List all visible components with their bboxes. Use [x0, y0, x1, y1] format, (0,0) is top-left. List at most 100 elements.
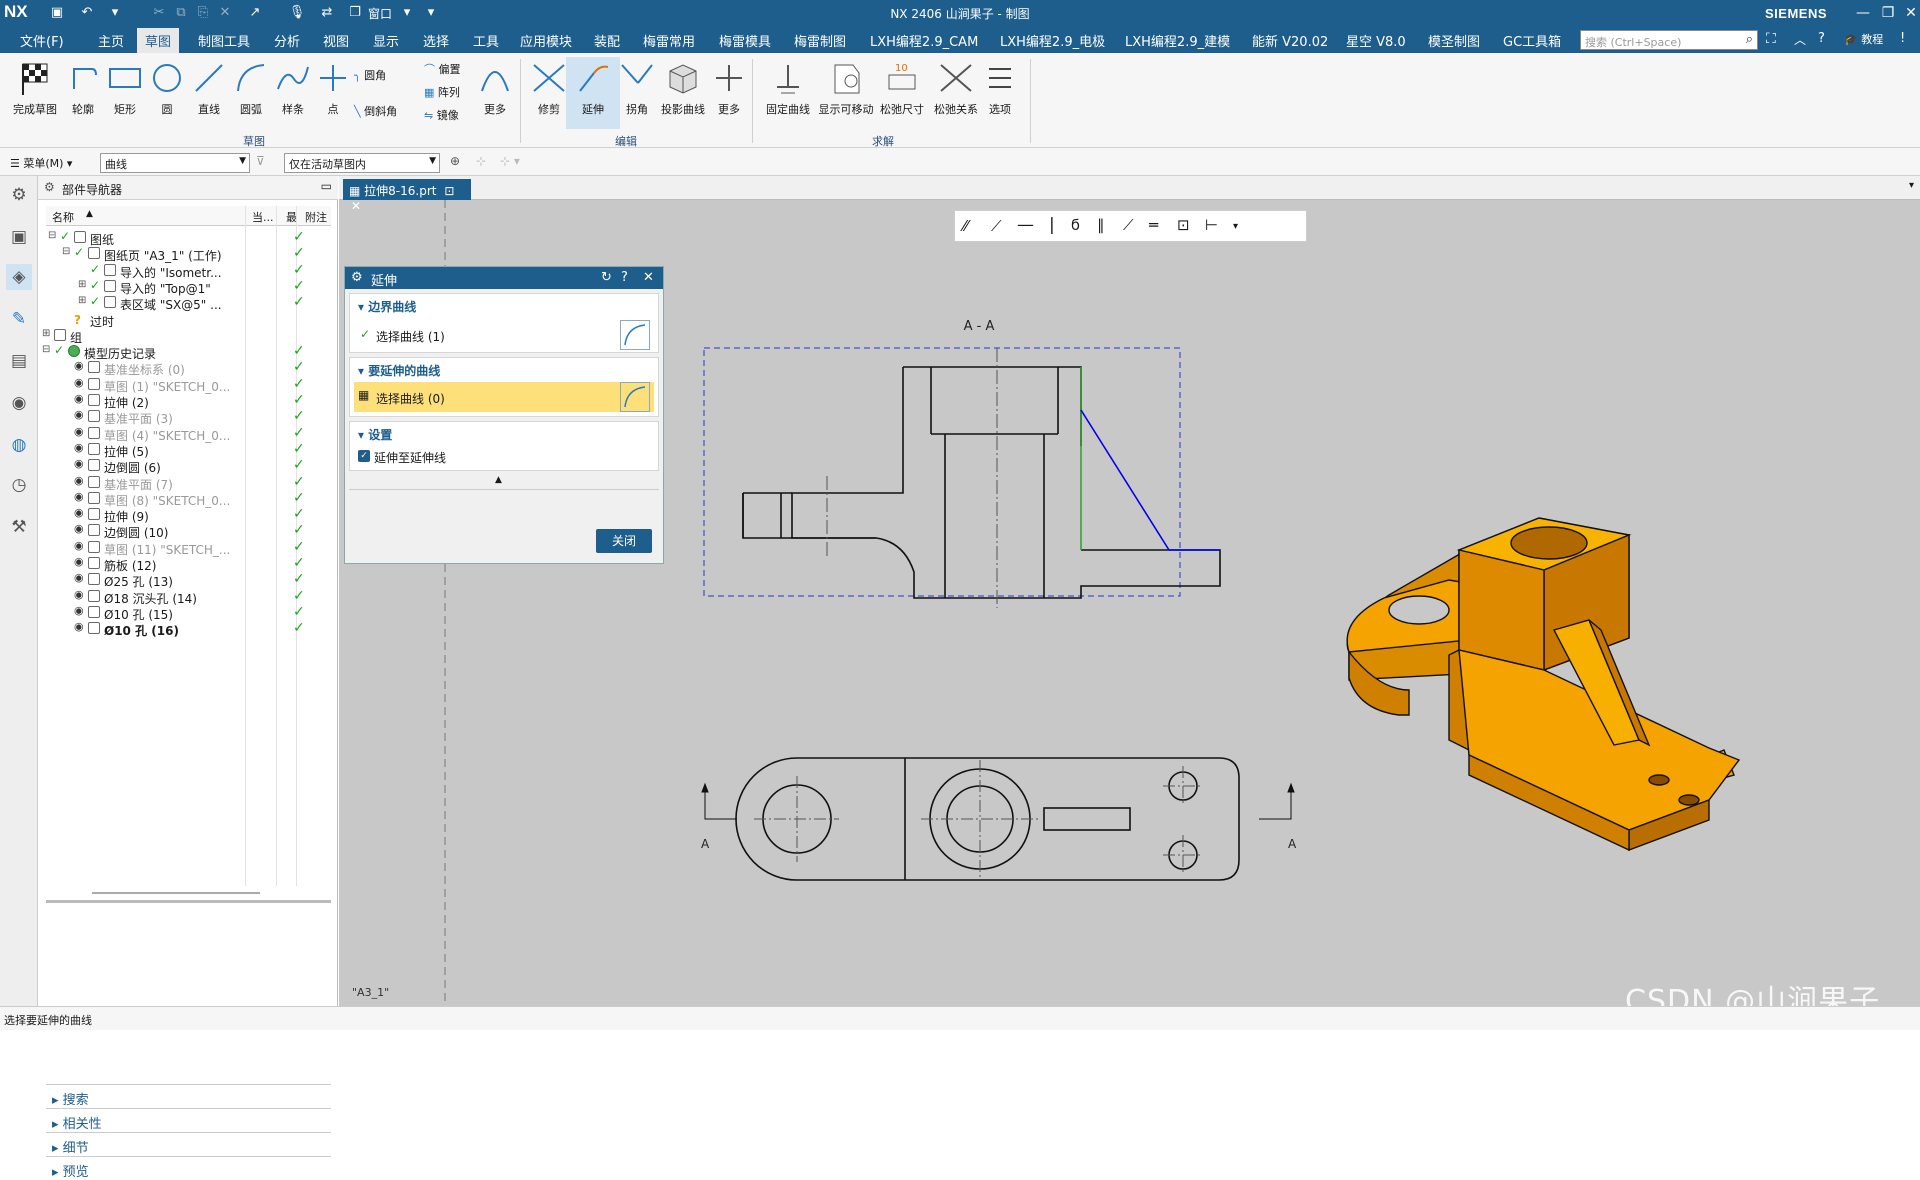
- search-icon[interactable]: ⌕: [1746, 32, 1753, 47]
- snap-options-icon[interactable]: ⊹ ▾: [500, 154, 520, 168]
- isometric-model[interactable]: [1346, 517, 1741, 852]
- collapse-more-icon[interactable]: ▲: [495, 475, 502, 485]
- horizontal-scrollbar[interactable]: [92, 892, 260, 894]
- menu-drafting-tools[interactable]: 制图工具: [198, 31, 250, 50]
- menu-tools[interactable]: 工具: [473, 31, 499, 50]
- close-button[interactable]: 关闭: [596, 529, 652, 553]
- fix-curve-button[interactable]: 固定曲线: [758, 57, 818, 129]
- panel-dependencies[interactable]: ▸ 相关性: [46, 1108, 331, 1132]
- settings-icon[interactable]: ⚙: [6, 182, 32, 208]
- finish-sketch-button[interactable]: 完成草图: [8, 57, 62, 129]
- expand-toggle-icon[interactable]: ⊞: [42, 328, 50, 339]
- visibility-eye-icon[interactable]: ◉: [74, 376, 84, 389]
- snap-icon[interactable]: ⊕: [450, 154, 460, 168]
- fillet-button[interactable]: ╮ 圆角: [354, 67, 386, 83]
- hd3d-icon[interactable]: ◉: [6, 390, 32, 416]
- sort-up-icon[interactable]: ▲: [86, 209, 93, 219]
- menu-select[interactable]: 选择: [423, 31, 449, 50]
- visibility-eye-icon[interactable]: ◉: [74, 425, 84, 438]
- menu-mosheng[interactable]: 模圣制图: [1428, 31, 1480, 50]
- web-browser-icon[interactable]: ◍: [6, 432, 32, 458]
- menu-meilei-drafting[interactable]: 梅雷制图: [794, 31, 846, 50]
- menu-assembly[interactable]: 装配: [594, 31, 620, 50]
- visibility-eye-icon[interactable]: ◉: [74, 408, 84, 421]
- fullscreen-icon[interactable]: ⛶: [1766, 31, 1776, 47]
- extend-section-header[interactable]: ▾ 要延伸的曲线: [358, 362, 440, 379]
- close-icon[interactable]: ✕: [1898, 3, 1920, 23]
- horizontal-icon[interactable]: —: [1017, 215, 1034, 235]
- sketch-navigator-icon[interactable]: ✎: [6, 306, 32, 332]
- show-movable-button[interactable]: 显示可移动: [816, 57, 876, 129]
- menu-analysis[interactable]: 分析: [274, 31, 300, 50]
- menu-xingkong[interactable]: 星空 V8.0: [1346, 31, 1406, 50]
- point-button[interactable]: 点: [306, 57, 360, 129]
- visibility-eye-icon[interactable]: ◉: [74, 474, 84, 487]
- command-search-input[interactable]: 搜索 (Ctrl+Space) ⌕: [1580, 30, 1758, 50]
- menu-sketch[interactable]: 草图: [137, 28, 180, 53]
- menu-meilei-common[interactable]: 梅雷常用: [643, 31, 695, 50]
- visibility-eye-icon[interactable]: ◉: [74, 457, 84, 470]
- options-button[interactable]: 选项: [975, 57, 1025, 129]
- panel-splitter[interactable]: [46, 900, 331, 903]
- menu-meilei-mold[interactable]: 梅雷模具: [719, 31, 771, 50]
- visibility-eye-icon[interactable]: ◉: [74, 604, 84, 617]
- visibility-eye-icon[interactable]: ◉: [74, 522, 84, 535]
- visibility-eye-icon[interactable]: ◉: [74, 539, 84, 552]
- tangent-icon[interactable]: ϭ: [1071, 216, 1080, 234]
- column-current[interactable]: 当...: [252, 209, 274, 225]
- scope-select[interactable]: 仅在活动草图内 ▼: [284, 153, 440, 173]
- boundary-select-row[interactable]: ✓ 选择曲线 (1): [354, 320, 654, 350]
- extend-curve-blue[interactable]: [1080, 409, 1170, 551]
- section-view-border[interactable]: [703, 347, 1181, 597]
- reset-icon[interactable]: ↻: [601, 270, 612, 285]
- visibility-eye-icon[interactable]: ◉: [74, 620, 84, 633]
- expand-toggle-icon[interactable]: ⊟: [48, 230, 56, 241]
- mirror-button[interactable]: ⇋ 镜像: [424, 107, 459, 123]
- perpendicular-icon[interactable]: ⟋: [1123, 216, 1134, 234]
- extend-select-row[interactable]: ▦ 选择曲线 (0): [354, 382, 654, 412]
- history-icon[interactable]: ◷: [6, 472, 32, 498]
- chamfer-button[interactable]: ╲ 倒斜角: [354, 103, 397, 119]
- visibility-eye-icon[interactable]: ◉: [74, 506, 84, 519]
- expand-toggle-icon[interactable]: ⊞: [78, 279, 86, 290]
- visibility-eye-icon[interactable]: ◉: [74, 441, 84, 454]
- midpoint-icon[interactable]: ⊡: [1177, 216, 1190, 234]
- expand-toggle-icon[interactable]: ⊞: [78, 295, 86, 306]
- menu-lxh-modeling[interactable]: LXH编程2.9_建模: [1125, 31, 1230, 50]
- menu-file[interactable]: 文件(F): [20, 31, 64, 50]
- menu-view[interactable]: 视图: [323, 31, 349, 50]
- minimize-icon[interactable]: —: [1850, 3, 1876, 23]
- assembly-navigator-icon[interactable]: ▣: [6, 224, 32, 250]
- expand-toggle-icon[interactable]: ⊟: [62, 246, 70, 257]
- more-sketch-button[interactable]: 更多: [468, 57, 522, 129]
- relax-dimension-button[interactable]: 10 松弛尺寸: [874, 57, 930, 129]
- menu-lxh-cam[interactable]: LXH编程2.9_CAM: [870, 31, 978, 50]
- menu-home[interactable]: 主页: [98, 31, 124, 50]
- point-on-curve-icon[interactable]: ⟋: [991, 217, 1002, 235]
- role-tools-icon[interactable]: ⚒: [6, 514, 32, 540]
- curve-select-icon[interactable]: [620, 320, 650, 350]
- help-icon[interactable]: ?: [621, 270, 628, 285]
- tree-row[interactable]: ◉ Ø10 孔 (16) ✓: [46, 619, 331, 639]
- panel-search[interactable]: ▸ 搜索: [46, 1084, 331, 1108]
- menu-lxh-electrode[interactable]: LXH编程2.9_电极: [1000, 31, 1105, 50]
- settings-section-header[interactable]: ▾ 设置: [358, 426, 392, 443]
- offset-button[interactable]: ⌒ 偏置: [424, 61, 461, 77]
- tab-list-icon[interactable]: ▾: [1909, 180, 1914, 191]
- menu-display[interactable]: 显示: [373, 31, 399, 50]
- filter-icon[interactable]: ⊽: [256, 154, 265, 168]
- type-filter-select[interactable]: 曲线 ▼: [100, 153, 250, 173]
- alert-icon[interactable]: !: [1900, 31, 1905, 46]
- close-dialog-icon[interactable]: ✕: [643, 270, 654, 285]
- visibility-eye-icon[interactable]: ◉: [74, 490, 84, 503]
- cutting-plane-line[interactable]: [701, 782, 1295, 820]
- snap-point-icon[interactable]: ⊹: [476, 154, 486, 168]
- coincident-icon[interactable]: ⁄⁄: [963, 217, 968, 235]
- boundary-section-header[interactable]: ▾ 边界曲线: [358, 298, 416, 315]
- menu-nengxin[interactable]: 能新 V20.02: [1252, 31, 1328, 50]
- vertical-icon[interactable]: |: [1049, 215, 1055, 235]
- parallel-icon[interactable]: ∥: [1097, 216, 1105, 234]
- more-edit-button[interactable]: 更多: [702, 57, 756, 129]
- reuse-library-icon[interactable]: ▤: [6, 348, 32, 374]
- menu-applications[interactable]: 应用模块: [520, 31, 572, 50]
